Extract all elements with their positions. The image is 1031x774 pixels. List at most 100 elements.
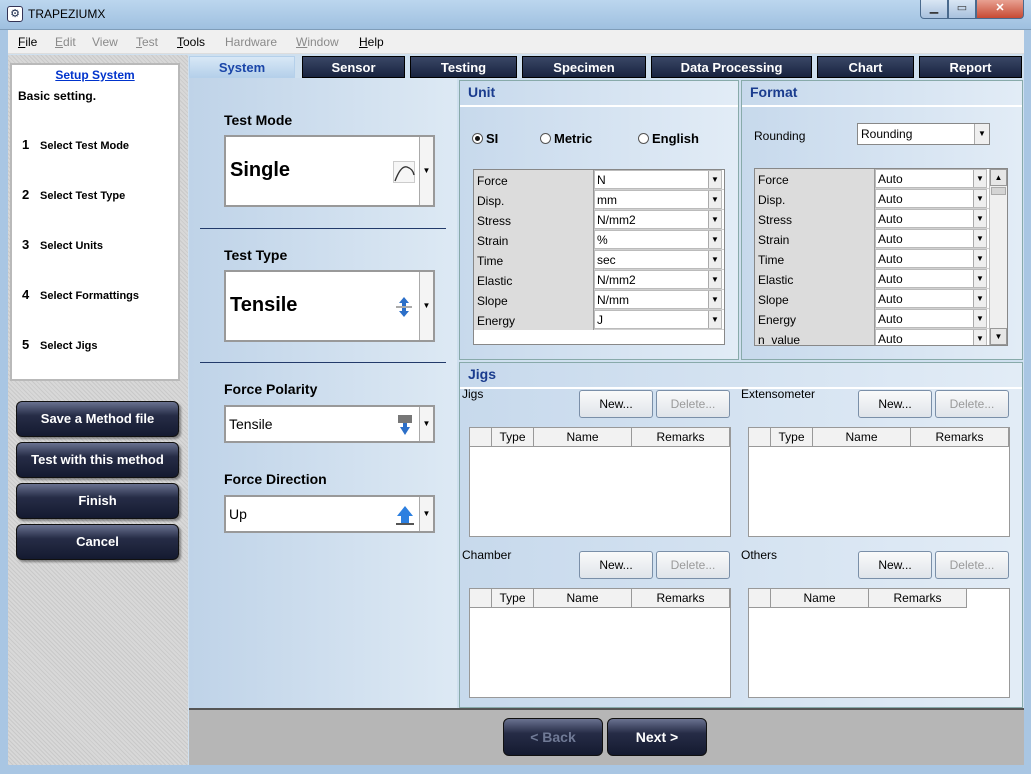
menu-test[interactable]: Test <box>136 35 158 49</box>
format-value[interactable]: Auto ▼ <box>875 289 987 308</box>
tab-sensor[interactable]: Sensor <box>302 56 405 78</box>
format-scrollbar[interactable]: ▲ ▼ <box>989 169 1007 345</box>
menu-edit[interactable]: Edit <box>55 35 76 49</box>
close-button[interactable]: ✕ <box>976 0 1024 19</box>
scroll-up-icon[interactable]: ▲ <box>990 169 1007 186</box>
rounding-label: Rounding <box>754 129 806 143</box>
col-name[interactable]: Name <box>534 589 632 608</box>
format-value[interactable]: Auto ▼ <box>875 169 987 188</box>
chevron-down-icon[interactable]: ▼ <box>419 272 433 340</box>
format-value[interactable]: Auto ▼ <box>875 229 987 248</box>
tab-report[interactable]: Report <box>919 56 1022 78</box>
force-polarity-combo[interactable]: Tensile ▼ <box>224 405 435 443</box>
cancel-button[interactable]: Cancel <box>16 524 179 560</box>
format-value[interactable]: Auto ▼ <box>875 329 987 345</box>
format-value[interactable]: Auto ▼ <box>875 189 987 208</box>
scroll-down-icon[interactable]: ▼ <box>990 328 1007 345</box>
tab-chart[interactable]: Chart <box>817 56 914 78</box>
col-name[interactable]: Name <box>813 428 911 447</box>
table-row: Elastic Auto ▼ <box>755 269 989 289</box>
others-table[interactable]: Name Remarks <box>748 588 1010 698</box>
extensometer-section-label: Extensometer <box>741 387 816 401</box>
extensometer-new-button[interactable]: New... <box>858 390 932 418</box>
test-type-value: Tensile <box>230 294 298 316</box>
format-grid: Force Auto ▼ Disp. Auto ▼ Stress Auto ▼ Strain… <box>754 168 1008 346</box>
test-mode-combo[interactable]: Single ▼ <box>224 135 435 207</box>
table-row: Time Auto ▼ <box>755 249 989 269</box>
col-remarks[interactable]: Remarks <box>632 428 730 447</box>
table-row: Disp. Auto ▼ <box>755 189 989 209</box>
others-delete-button[interactable]: Delete... <box>935 551 1009 579</box>
menu-file[interactable]: File <box>18 35 37 49</box>
chamber-new-button[interactable]: New... <box>579 551 653 579</box>
step-1[interactable]: 1 Select Test Mode <box>22 137 129 152</box>
extensometer-delete-button[interactable]: Delete... <box>935 390 1009 418</box>
others-new-button[interactable]: New... <box>858 551 932 579</box>
force-direction-combo[interactable]: Up ▼ <box>224 495 435 533</box>
table-row: Force Auto ▼ <box>755 169 989 189</box>
tab-specimen[interactable]: Specimen <box>522 56 646 78</box>
chevron-down-icon[interactable]: ▼ <box>419 137 433 205</box>
chamber-table[interactable]: Type Name Remarks <box>469 588 731 698</box>
unit-value[interactable]: N ▼ <box>594 170 722 189</box>
col-type[interactable]: Type <box>771 428 813 447</box>
test-with-method-button[interactable]: Test with this method <box>16 442 179 478</box>
format-value[interactable]: Auto ▼ <box>875 209 987 228</box>
steps-title-link[interactable]: Setup System <box>12 68 178 82</box>
col-remarks[interactable]: Remarks <box>632 589 730 608</box>
radio-english[interactable]: English <box>638 131 699 146</box>
tab-testing[interactable]: Testing <box>410 56 517 78</box>
menu-window[interactable]: Window <box>296 35 339 49</box>
menu-help[interactable]: Help <box>359 35 384 49</box>
col-name[interactable]: Name <box>771 589 869 608</box>
format-value[interactable]: Auto ▼ <box>875 269 987 288</box>
jigs-delete-button[interactable]: Delete... <box>656 390 730 418</box>
minimize-button[interactable]: ▁ <box>920 0 948 19</box>
jigs-new-button[interactable]: New... <box>579 390 653 418</box>
col-type[interactable]: Type <box>492 428 534 447</box>
window-frame-bottom <box>0 765 1031 774</box>
maximize-button[interactable]: ▭ <box>948 0 976 19</box>
col-type[interactable]: Type <box>492 589 534 608</box>
radio-si[interactable]: SI <box>472 131 498 146</box>
col-name[interactable]: Name <box>534 428 632 447</box>
divider <box>742 105 1022 107</box>
tensile-arrows-icon <box>396 297 412 317</box>
back-button[interactable]: < Back <box>503 718 603 756</box>
unit-value[interactable]: % ▼ <box>594 230 722 249</box>
jigs-table[interactable]: Type Name Remarks <box>469 427 731 537</box>
step-2[interactable]: 2 Select Test Type <box>22 187 125 202</box>
chevron-down-icon[interactable]: ▼ <box>419 407 433 441</box>
unit-value[interactable]: N/mm2 ▼ <box>594 210 722 229</box>
rounding-combo[interactable]: Rounding ▼ <box>857 123 990 145</box>
tab-system[interactable]: System <box>189 56 295 78</box>
save-method-button[interactable]: Save a Method file <box>16 401 179 437</box>
test-type-combo[interactable]: Tensile ▼ <box>224 270 435 342</box>
menu-hardware[interactable]: Hardware <box>225 35 277 49</box>
col-remarks[interactable]: Remarks <box>869 589 967 608</box>
menu-tools[interactable]: Tools <box>177 35 205 49</box>
extensometer-table[interactable]: Type Name Remarks <box>748 427 1010 537</box>
title-bar[interactable]: ⚙ TRAPEZIUMX ▁ ▭ ✕ <box>0 0 1031 30</box>
unit-value[interactable]: sec ▼ <box>594 250 722 269</box>
step-3[interactable]: 3 Select Units <box>22 237 103 252</box>
radio-metric[interactable]: Metric <box>540 131 592 146</box>
col-remarks[interactable]: Remarks <box>911 428 1009 447</box>
format-value[interactable]: Auto ▼ <box>875 249 987 268</box>
unit-value[interactable]: J ▼ <box>594 310 722 329</box>
menu-view[interactable]: View <box>92 35 118 49</box>
chevron-down-icon[interactable]: ▼ <box>419 497 433 531</box>
unit-value[interactable]: mm ▼ <box>594 190 722 209</box>
window-title: TRAPEZIUMX <box>28 7 106 21</box>
step-5[interactable]: 5 Select Jigs <box>22 337 97 352</box>
format-value[interactable]: Auto ▼ <box>875 309 987 328</box>
unit-value[interactable]: N/mm2 ▼ <box>594 270 722 289</box>
table-row: Slope N/mm ▼ <box>474 290 724 310</box>
tab-data-processing[interactable]: Data Processing <box>651 56 812 78</box>
scroll-thumb[interactable] <box>991 187 1006 195</box>
chamber-delete-button[interactable]: Delete... <box>656 551 730 579</box>
next-button[interactable]: Next > <box>607 718 707 756</box>
finish-button[interactable]: Finish <box>16 483 179 519</box>
step-4[interactable]: 4 Select Formattings <box>22 287 139 302</box>
unit-value[interactable]: N/mm ▼ <box>594 290 722 309</box>
